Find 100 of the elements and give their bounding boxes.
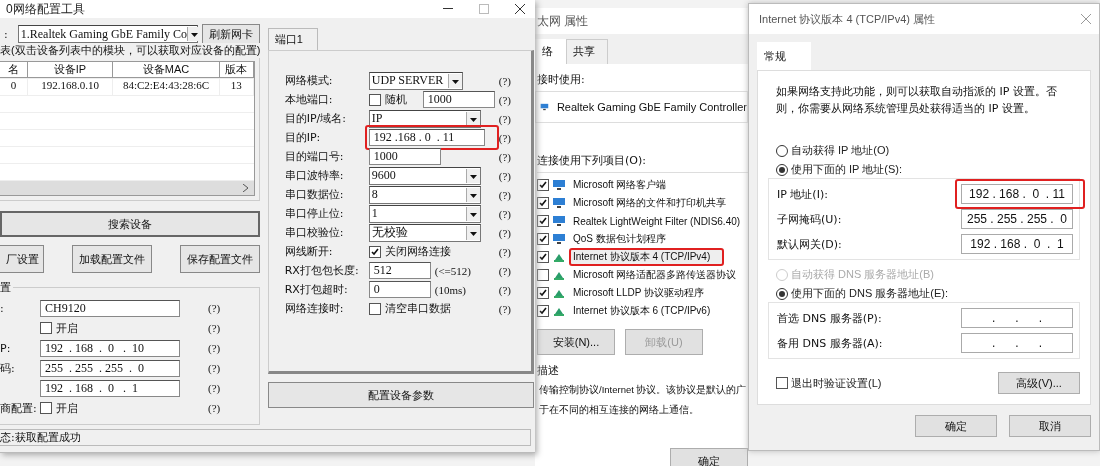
input-field[interactable]: 1000 <box>422 91 495 108</box>
ip-field[interactable]: 255 . 255 . 255 . 0 <box>961 209 1073 229</box>
list-item[interactable]: Microsoft 网络的文件和打印机共享 <box>569 194 729 212</box>
checkbox-label: 随机 <box>384 92 407 107</box>
help-label[interactable]: (?) <box>498 112 523 125</box>
help-label[interactable]: (?) <box>498 74 523 87</box>
checkbox[interactable] <box>776 377 788 389</box>
column-header[interactable]: 版本 <box>220 62 254 78</box>
help-label[interactable]: (?) <box>208 362 248 374</box>
list-item[interactable]: Internet 协议版本 4 (TCP/IPv4) <box>569 248 725 266</box>
checkbox[interactable] <box>537 233 549 245</box>
action-button[interactable]: 厂设置 <box>0 245 44 273</box>
advanced-button[interactable]: 高级(V)... <box>998 372 1080 394</box>
adapter-dropdown[interactable]: 1.Realtek Gaming GbE Family Co <box>17 25 198 43</box>
action-button[interactable]: 保存配置文件 <box>179 245 260 273</box>
help-label[interactable]: (?) <box>498 245 523 258</box>
checkbox[interactable] <box>40 402 52 414</box>
radio-option[interactable]: 使用下面的 DNS 服务器地址(E): <box>776 286 1080 301</box>
ip-field[interactable]: 192 . 168 . 0 . 10 <box>40 339 180 357</box>
checkbox[interactable] <box>537 251 549 263</box>
dropdown[interactable]: 无校验 <box>368 223 481 242</box>
port-tab[interactable]: 端口1 <box>267 28 318 50</box>
unit-label: (10ms) <box>434 283 466 296</box>
input-field[interactable]: 0 <box>368 281 431 298</box>
ip-field[interactable]: 192 . 168 . 0 . 1 <box>961 234 1073 254</box>
help-label[interactable]: (?) <box>498 226 523 239</box>
search-button[interactable]: 搜索设备 <box>0 211 260 237</box>
dropdown[interactable]: UDP SERVER <box>368 71 463 90</box>
checkbox[interactable] <box>537 215 549 227</box>
ok-button[interactable]: 确定 <box>670 448 748 466</box>
refresh-button[interactable]: 刷新网卡 <box>201 24 260 44</box>
help-label[interactable]: (?) <box>498 131 523 144</box>
dropdown[interactable]: 9600 <box>368 166 481 185</box>
ip-field[interactable]: . . . <box>961 333 1073 353</box>
checkbox-option[interactable]: 退出时验证设置(L) <box>776 375 882 391</box>
checkbox[interactable] <box>368 302 381 315</box>
radio-option[interactable]: 使用下面的 IP 地址(S): <box>776 162 1080 177</box>
field-label: 本地端口: <box>284 92 334 107</box>
checkbox[interactable] <box>537 269 549 281</box>
help-label[interactable]: (?) <box>208 382 248 394</box>
help-label[interactable]: (?) <box>498 283 523 296</box>
help-label[interactable]: (?) <box>208 402 248 414</box>
checkbox[interactable] <box>368 93 381 106</box>
checkbox[interactable] <box>537 305 549 317</box>
list-button[interactable]: 安装(N)... <box>537 329 615 355</box>
input-field[interactable]: CH9120 <box>40 299 180 317</box>
help-label[interactable]: (?) <box>498 207 523 220</box>
help-label[interactable]: (?) <box>498 188 523 201</box>
help-label[interactable]: (?) <box>498 93 523 106</box>
close-icon[interactable] <box>515 4 525 14</box>
scroll-right-icon[interactable] <box>242 184 248 192</box>
tab[interactable]: 络 <box>535 39 566 64</box>
dropdown[interactable]: 8 <box>368 185 481 204</box>
dialog-button[interactable]: 确定 <box>915 415 997 437</box>
dropdown[interactable]: 1 <box>368 204 481 223</box>
action-button[interactable]: 加载配置文件 <box>71 245 152 273</box>
checkbox[interactable] <box>537 287 549 299</box>
tab[interactable]: 常规 <box>757 42 811 70</box>
column-header[interactable]: 设备MAC <box>113 62 220 78</box>
ip-field[interactable]: 192 . 168 . 0 . 11 <box>961 184 1073 204</box>
network-adapter-icon <box>552 215 566 227</box>
field-label: : <box>0 301 5 315</box>
ip-field[interactable]: . . . <box>961 308 1073 328</box>
checkbox[interactable] <box>368 245 381 258</box>
help-label[interactable]: (?) <box>208 342 248 354</box>
minimize-icon[interactable] <box>443 8 453 10</box>
help-label[interactable]: (?) <box>498 150 523 163</box>
ip-field[interactable]: 192 . 168 . 0 . 1 <box>40 379 180 397</box>
checkbox[interactable] <box>537 179 549 191</box>
help-label[interactable]: (?) <box>498 264 523 277</box>
help-label[interactable]: (?) <box>498 169 523 182</box>
scrollbar[interactable] <box>0 181 254 195</box>
help-label[interactable]: (?) <box>498 302 523 315</box>
list-item[interactable]: Internet 协议版本 6 (TCP/IPv6) <box>569 302 713 320</box>
list-item[interactable]: Realtek LightWeight Filter (NDIS6.40) <box>569 213 743 229</box>
group-title: 表(双击设备列表中的模块，可以获取对应设备的配置) <box>0 43 263 58</box>
ip-field[interactable]: 192 .168 . 0 . 11 <box>368 129 485 146</box>
checkbox[interactable] <box>40 322 52 334</box>
column-header[interactable]: 名 <box>0 62 28 78</box>
ip-field[interactable]: 255 . 255 . 255 . 0 <box>40 359 180 377</box>
dialog-button[interactable]: 取消 <box>1009 415 1091 437</box>
configure-button[interactable]: 配置设备参数 <box>267 382 534 408</box>
radio-option[interactable]: 自动获得 IP 地址(O) <box>776 143 1080 158</box>
column-header[interactable]: 设备IP <box>28 62 113 78</box>
list-item[interactable]: Microsoft 网络客户端 <box>569 176 669 194</box>
help-label[interactable]: (?) <box>208 322 248 334</box>
list-item[interactable]: Microsoft 网络适配器多路传送器协议 <box>569 266 739 284</box>
input-field[interactable]: 512 <box>368 262 431 279</box>
field-label: 备用 DNS 服务器(A): <box>777 335 883 351</box>
intro-text: 如果网络支持此功能，则可以获取自动指派的 IP 设置。否则，你需要从网络系统管理员处获得适当的 IP 设置。 <box>776 84 1058 117</box>
list-item[interactable]: QoS 数据包计划程序 <box>569 230 668 248</box>
field-label: 串口数据位: <box>284 187 345 202</box>
help-label[interactable]: (?) <box>208 302 248 314</box>
network-adapter-icon <box>552 179 566 191</box>
field-label: 网络模式: <box>284 73 334 88</box>
field-label: 目的IP/域名: <box>284 111 347 126</box>
checkbox[interactable] <box>537 197 549 209</box>
input-field[interactable]: 1000 <box>368 148 441 165</box>
list-item[interactable]: Microsoft LLDP 协议驱动程序 <box>569 284 706 302</box>
tab[interactable]: 共享 <box>566 39 608 64</box>
